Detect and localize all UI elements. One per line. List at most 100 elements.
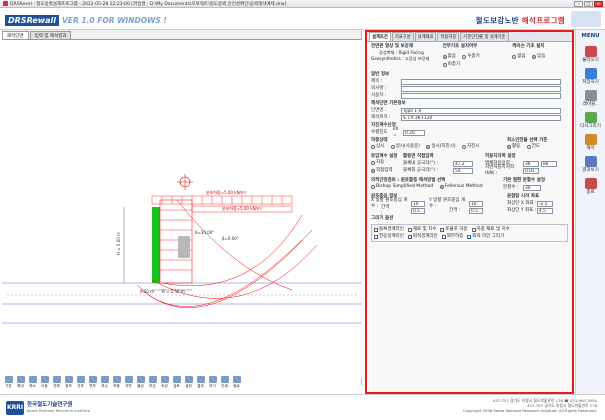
tab-loads[interactable]: 작용하중	[437, 32, 460, 41]
tool-button[interactable]: 결과	[195, 376, 206, 390]
start-y-input[interactable]: 4.5	[537, 207, 553, 214]
location-input[interactable]: S.T.A 3K+120	[401, 114, 561, 121]
tool-button[interactable]: 속성	[159, 376, 170, 390]
menu-exit[interactable]: 종료	[576, 178, 605, 195]
exit-icon	[584, 178, 597, 189]
tool-icon	[88, 376, 97, 383]
radio-pressure-auto[interactable]: 자동	[371, 160, 384, 166]
user-input[interactable]	[401, 92, 561, 99]
chk-outline[interactable]: 외곽 라인 그리기	[467, 234, 504, 240]
outer-angle-input[interactable]: 54	[453, 167, 473, 174]
chk-soil-load[interactable]: 토불포 하중	[440, 227, 468, 233]
seismic-coef-input[interactable]: 0.20	[403, 129, 425, 136]
logo-text: DRSRewall	[5, 14, 60, 26]
tab-materials[interactable]: 설계재료	[414, 32, 437, 41]
foundation-section: 전부기초 설치여부 없음 우층기 비층기	[442, 44, 480, 68]
radio-caisson-none[interactable]: 없음	[512, 54, 526, 60]
wall-stress-input-2[interactable]: 86	[541, 160, 557, 167]
radio-foundation-3[interactable]: 비층기	[442, 62, 460, 68]
tab-section[interactable]: 해석단면	[2, 31, 29, 39]
x-center-count-input[interactable]: 10	[411, 200, 425, 207]
menu-results[interactable]: 결과보기	[576, 156, 605, 173]
facing-section: 전면판 형상 및 보강재 강성벽체 : Rigid Facing Geosynt…	[371, 44, 430, 61]
chk-external-load[interactable]: 외부하중	[441, 234, 463, 240]
tool-button[interactable]: 치수	[99, 376, 110, 390]
inner-angle-input[interactable]: 47.2	[453, 160, 473, 167]
tool-button[interactable]: 확대	[15, 376, 26, 390]
radio-bishop[interactable]: Bishop Simplified Method	[371, 184, 433, 190]
minimize-button[interactable]: –	[574, 1, 583, 7]
y-center-count-input[interactable]: 10	[469, 200, 483, 207]
radio-caisson-yes[interactable]: 있음	[532, 54, 545, 60]
tab-safety-criteria[interactable]: 기준안전률 및 설계기준	[460, 32, 509, 41]
maximize-button[interactable]: □	[584, 1, 593, 7]
bearing-input[interactable]: 0.05	[523, 167, 539, 174]
design-conditions-panel: 설계조건 지표구성 설계재료 작용하중 기준안전률 및 설계기준 전면판 형상 …	[365, 30, 574, 394]
tool-button[interactable]: 종료	[231, 376, 242, 390]
menu-redraw[interactable]: 다시그리기	[576, 112, 605, 129]
radio-safety-overturn[interactable]: 전도	[526, 144, 540, 150]
backfill-zone	[178, 236, 190, 258]
chk-load-material[interactable]: 하중 재료 및 치수	[471, 227, 510, 233]
chk-material-dims[interactable]: 재료 및 치수	[407, 227, 436, 233]
tool-icon	[208, 376, 217, 383]
center-row: 원호중심 정보 X 방향 원호중심 개수 :10 Y 방향 원호중심 개수 :1…	[371, 194, 568, 216]
start-x-input[interactable]: -2.5	[537, 200, 553, 207]
title-input[interactable]	[401, 78, 561, 85]
tool-button[interactable]: 이동	[39, 376, 50, 390]
tool-button[interactable]: 하중	[111, 376, 122, 390]
radio-load-temp-quake[interactable]: 일시(지진시)	[426, 144, 456, 150]
tool-button[interactable]: 보강	[147, 376, 158, 390]
x-interval-input[interactable]: 0.5	[411, 207, 425, 214]
angle-label-1: θ=30.00°	[195, 230, 214, 235]
menu-label[interactable]: 레이블..	[576, 90, 605, 107]
tool-button[interactable]: 인쇄	[219, 376, 230, 390]
radio-pressure-manual[interactable]: 직접입력	[371, 168, 393, 174]
tool-button[interactable]: 지반	[123, 376, 134, 390]
section-name-input[interactable]: Type 1-4	[401, 107, 561, 114]
radio-safety-slide[interactable]: 활동	[507, 144, 520, 150]
radio-load-normal[interactable]: 상시	[371, 144, 384, 150]
tool-button[interactable]: 물성	[135, 376, 146, 390]
tool-icon	[112, 376, 121, 383]
tab-input-results[interactable]: 입력 및 해석결과	[29, 31, 72, 39]
radio-load-temp-use[interactable]: 일시(사용중)	[390, 144, 420, 150]
radio-fellenius[interactable]: Fellenius Method	[439, 184, 483, 190]
tool-button[interactable]: 축소	[27, 376, 38, 390]
tool-icon	[40, 376, 49, 383]
radio-foundation-none[interactable]: 없음	[442, 54, 456, 60]
radio-load-quake[interactable]: 지진시	[462, 144, 479, 150]
tool-icon	[148, 376, 157, 383]
section-info-section: 해석단면 기본정보 단면명 : Type 1-4 해석위치 : S.T.A 3K+1…	[371, 101, 568, 121]
tool-icon	[16, 376, 25, 383]
chk-block-boundary[interactable]: 블록경계라인	[374, 227, 404, 233]
section-drawing[interactable]: 분포하중=5.00 kN/m² 분포하중=5.00 kN/m² H = 5.00…	[2, 40, 362, 378]
menu-save[interactable]: 저장하기	[576, 68, 605, 85]
tab-ground-layers[interactable]: 지표구성	[391, 32, 414, 41]
company-input[interactable]	[401, 85, 561, 92]
tool-button[interactable]: 설정	[183, 376, 194, 390]
tool-icon	[160, 376, 169, 383]
tool-button[interactable]: 검토	[171, 376, 182, 390]
toe-dim-label: 0.50 m	[140, 289, 154, 294]
tool-button[interactable]: 기본	[3, 376, 14, 390]
tool-button[interactable]: 전체	[51, 376, 62, 390]
window-title: DRSRevel : 철도옹벽설계프로그램 - 2012-05-28 12:23…	[10, 1, 287, 7]
menu-analyze[interactable]: 해석	[576, 134, 605, 151]
chk-design-line[interactable]: 전응설계라인	[374, 234, 404, 240]
tool-button[interactable]: 면보	[87, 376, 98, 390]
app-icon	[3, 1, 8, 6]
y-interval-input[interactable]: 0.5	[469, 207, 483, 214]
tab-design-conditions[interactable]: 설계조건	[369, 32, 391, 41]
wall-stress-input-1[interactable]: 36	[523, 160, 539, 167]
analyze-icon	[584, 134, 597, 145]
close-button[interactable]: ×	[594, 1, 603, 7]
radio-foundation-2[interactable]: 우층기	[462, 54, 480, 60]
slice-count-input[interactable]: 30	[523, 184, 541, 191]
chk-outer-boundary[interactable]: 외적경계라인	[407, 234, 438, 240]
tool-button[interactable]: 점보	[63, 376, 74, 390]
redraw-icon	[584, 112, 597, 123]
tool-button[interactable]: 보기	[207, 376, 218, 390]
tool-button[interactable]: 선보	[75, 376, 86, 390]
menu-open[interactable]: 불러오기	[576, 46, 605, 63]
